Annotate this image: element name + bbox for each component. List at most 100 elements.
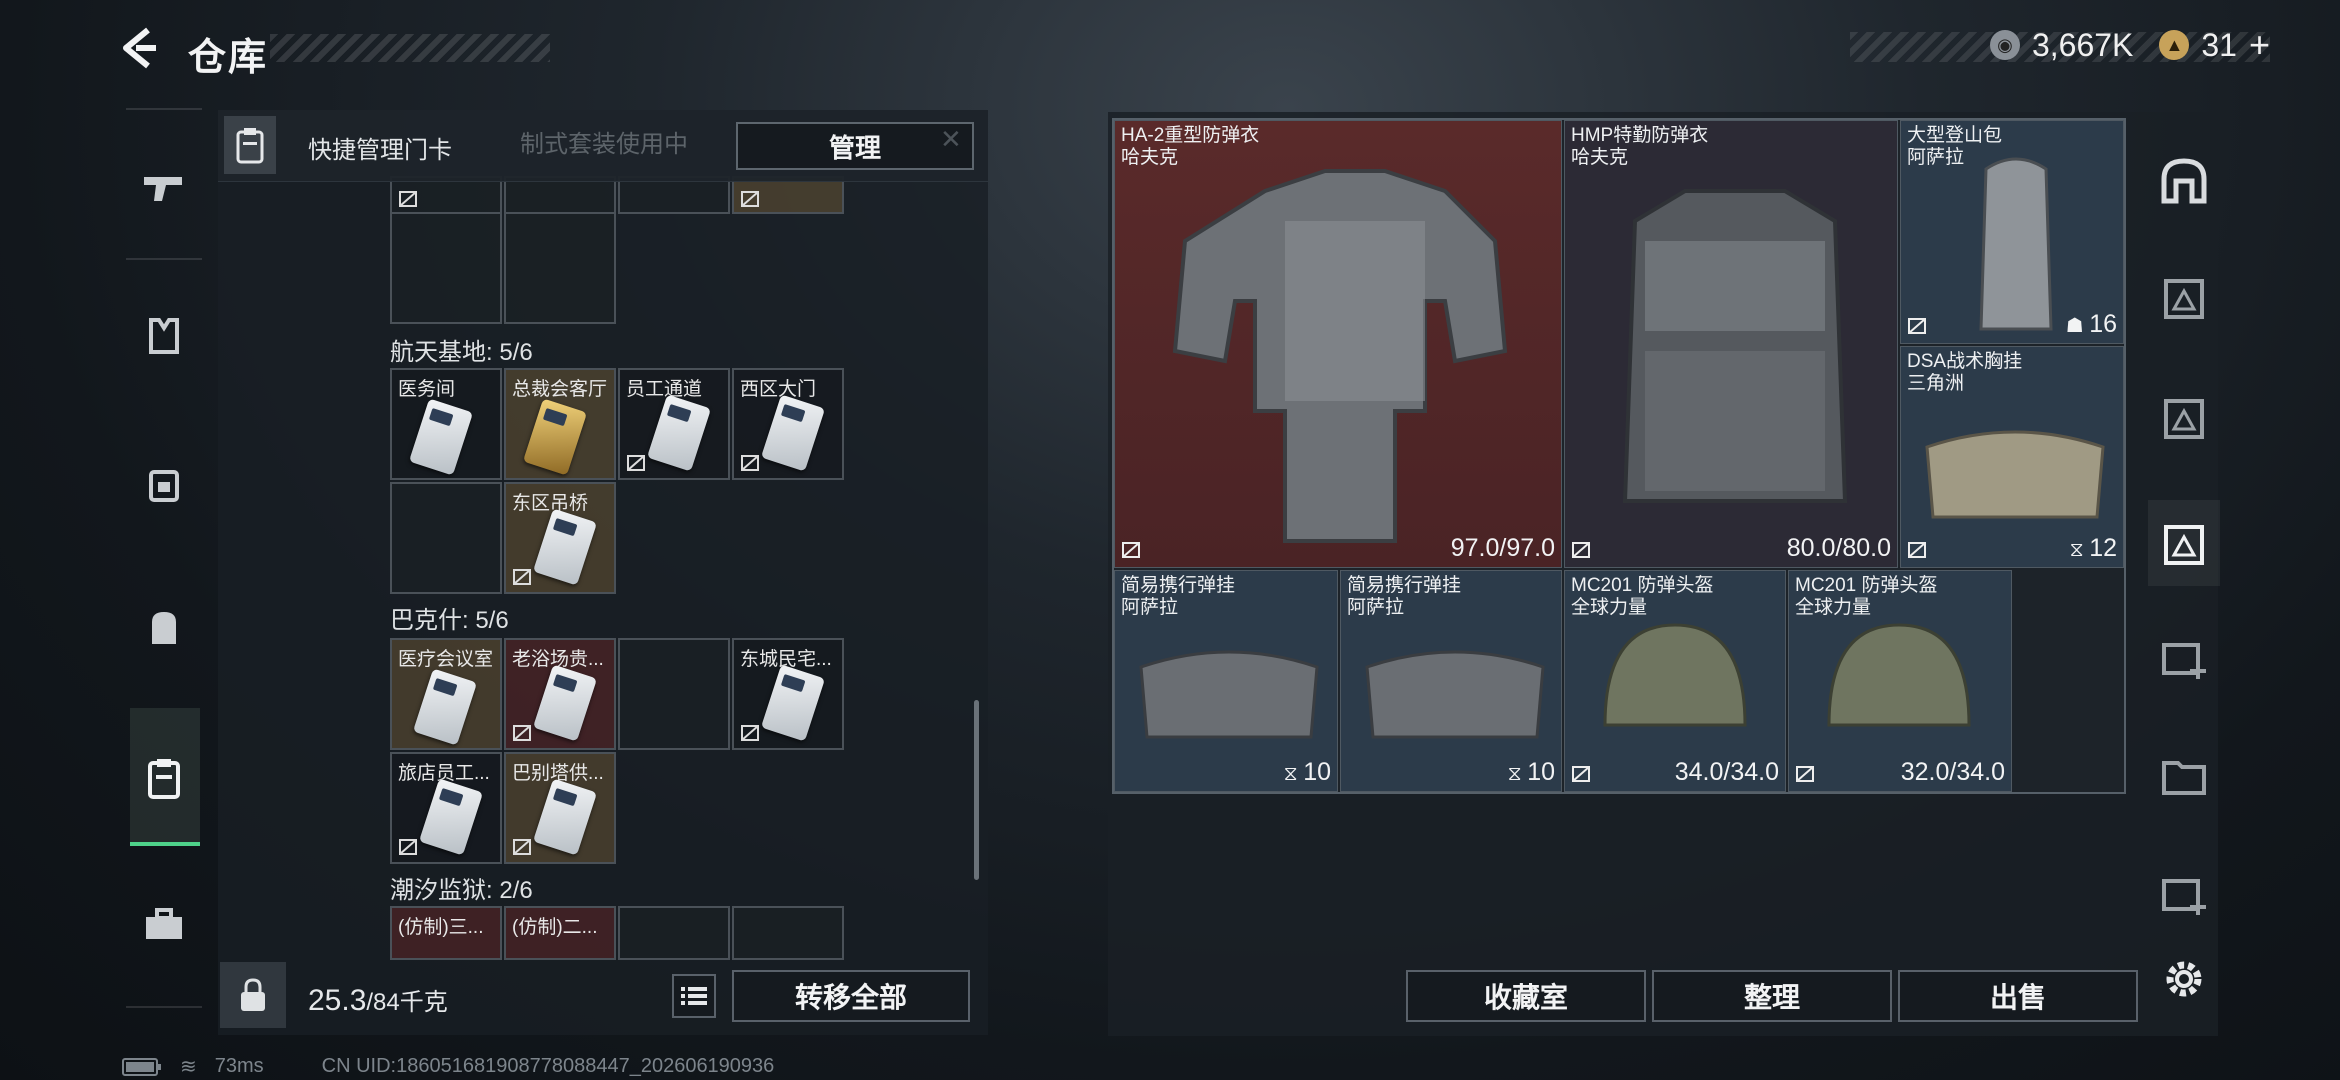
item-name: HA-2重型防弹衣 bbox=[1121, 125, 1260, 146]
item-mc201-helmet[interactable]: MC201 防弹头盔 全球力量 32.0/34.0 bbox=[1788, 570, 2012, 792]
keycard-slot[interactable]: 员工通道 bbox=[618, 368, 730, 480]
section-title: 潮汐监狱: 2/6 bbox=[390, 877, 533, 904]
nav-toolbox[interactable] bbox=[126, 876, 202, 972]
page-title: 仓库 bbox=[188, 37, 269, 79]
item-large-backpack[interactable]: 大型登山包 阿萨拉 ☗ 16 bbox=[1900, 120, 2124, 344]
keycard-icon bbox=[408, 398, 474, 476]
nav-container-3[interactable] bbox=[2152, 262, 2216, 332]
keycard-slot-empty[interactable] bbox=[618, 638, 730, 750]
settings-button[interactable] bbox=[2152, 944, 2216, 1014]
no-bind-icon bbox=[513, 725, 531, 741]
no-bind-icon bbox=[513, 839, 531, 855]
uid-text: CN UID:186051681908778088447_20260619093… bbox=[321, 1055, 775, 1077]
item-name: MC201 防弹头盔 bbox=[1571, 575, 1714, 596]
keycard-slot[interactable]: (仿制)三... bbox=[390, 906, 502, 960]
keycard-slot[interactable]: 西区大门 bbox=[732, 368, 844, 480]
container-4-add-icon bbox=[2162, 879, 2206, 915]
ping-value: 73ms bbox=[214, 1055, 264, 1077]
nav-divider bbox=[126, 258, 202, 260]
item-brand: 三角洲 bbox=[1907, 373, 1965, 394]
collection-room-button[interactable]: 收藏室 bbox=[1406, 970, 1646, 1022]
keycard-slot[interactable]: 医务间 bbox=[390, 368, 502, 480]
add-gold-button[interactable]: + bbox=[2249, 24, 2270, 66]
lock-icon bbox=[241, 978, 265, 1011]
container-2-add-icon bbox=[2162, 643, 2206, 679]
keycard-slot[interactable]: (仿制)二... bbox=[504, 906, 616, 960]
keycard-slot-empty[interactable] bbox=[618, 906, 730, 960]
keycard-icon bbox=[412, 668, 478, 746]
item-name: DSA战术胸挂 bbox=[1907, 351, 2023, 372]
container-3-icon bbox=[2164, 279, 2204, 319]
no-bind-icon bbox=[399, 191, 417, 207]
nav-container-4[interactable] bbox=[2152, 740, 2216, 810]
helmet-icon bbox=[1827, 623, 1971, 727]
keycard-icon bbox=[236, 128, 264, 164]
keycard-slot[interactable]: 医疗会议室 bbox=[390, 638, 502, 750]
no-bind-icon bbox=[1796, 766, 1814, 782]
suit-status-note: 制式套装使用中 bbox=[520, 131, 688, 158]
manage-button[interactable]: 管理 bbox=[736, 122, 974, 170]
durability: 32.0/34.0 bbox=[1900, 758, 2005, 786]
sell-button[interactable]: 出售 bbox=[1898, 970, 2138, 1022]
no-bind-icon bbox=[1908, 542, 1926, 558]
nav-armor[interactable] bbox=[126, 288, 202, 384]
keycard-slot-empty[interactable] bbox=[732, 906, 844, 960]
helmet-icon bbox=[1603, 623, 1747, 727]
keycard-slot[interactable]: 老浴场贵... bbox=[504, 638, 616, 750]
item-simple-rig[interactable]: 简易携行弹挂 阿萨拉 ⧖ 10 bbox=[1114, 570, 1338, 792]
durability: 80.0/80.0 bbox=[1786, 534, 1891, 562]
keycard-icon bbox=[148, 759, 180, 799]
capacity-value: 16 bbox=[2089, 310, 2117, 338]
item-mc201-helmet[interactable]: MC201 防弹头盔 全球力量 34.0/34.0 bbox=[1564, 570, 1786, 792]
nav-backpack[interactable] bbox=[126, 580, 202, 676]
keycard-slot[interactable]: 东城民宅... bbox=[732, 638, 844, 750]
gold-coin-icon: ▲ bbox=[2159, 30, 2190, 60]
back-button[interactable] bbox=[118, 26, 162, 70]
nav-container-3-active[interactable] bbox=[2152, 508, 2216, 578]
silver-amount: 3,667K bbox=[2031, 26, 2134, 63]
item-simple-rig[interactable]: 简易携行弹挂 阿萨拉 ⧖ 10 bbox=[1340, 570, 1562, 792]
silver-coin-icon: ◉ bbox=[1989, 30, 2020, 60]
keycard-slot[interactable]: 旅店员工... bbox=[390, 752, 502, 864]
keycard-slot-empty[interactable] bbox=[504, 212, 616, 324]
keycard-slot-empty[interactable] bbox=[390, 482, 502, 594]
container-3b-icon bbox=[2164, 399, 2204, 439]
capacity: ⧖ 10 bbox=[1284, 758, 1331, 787]
scrollbar[interactable] bbox=[974, 700, 979, 880]
nav-chest-rig[interactable] bbox=[126, 436, 202, 532]
organize-button[interactable]: 整理 bbox=[1652, 970, 1892, 1022]
keycard-icon bbox=[646, 394, 712, 472]
nav-container-2-add[interactable] bbox=[2152, 622, 2216, 692]
item-hmp-armor[interactable]: HMP特勤防弹衣 哈夫克 80.0/80.0 bbox=[1564, 120, 1898, 568]
gold-amount: 31 bbox=[2201, 26, 2237, 63]
toolbox-icon bbox=[146, 908, 182, 939]
keycard-icon bbox=[532, 508, 598, 586]
capacity-icon: ☗ bbox=[2065, 315, 2090, 337]
plate-carrier-icon bbox=[1622, 189, 1848, 503]
item-name: 简易携行弹挂 bbox=[1121, 575, 1236, 596]
keycard-slot[interactable]: 东区吊桥 bbox=[504, 482, 616, 594]
keycard-slot[interactable]: 巴别塔供... bbox=[504, 752, 616, 864]
keycard-icon bbox=[532, 778, 598, 856]
section-title: 航天基地: 5/6 bbox=[390, 339, 533, 366]
nav-weapons[interactable] bbox=[126, 140, 202, 236]
transfer-all-button[interactable]: 转移全部 bbox=[732, 970, 970, 1022]
weight-display: 25.3/84千克 bbox=[308, 982, 448, 1018]
keycard-panel-title: 快捷管理门卡 bbox=[308, 137, 452, 164]
keycard-label: 员工通道 bbox=[626, 379, 703, 400]
list-view-button[interactable] bbox=[672, 974, 716, 1018]
keycard-slot-empty[interactable] bbox=[390, 212, 502, 324]
item-ha2-armor[interactable]: HA-2重型防弹衣 哈夫克 97.0/97.0 bbox=[1114, 120, 1562, 568]
nav-keycards[interactable] bbox=[126, 730, 202, 826]
back-arrow-icon bbox=[123, 27, 156, 69]
keycard-slot[interactable]: 总裁会客厅 bbox=[504, 368, 616, 480]
durability: 34.0/34.0 bbox=[1674, 758, 1779, 786]
settings-icon bbox=[2166, 961, 2202, 997]
heavy-armor-icon bbox=[1172, 169, 1508, 543]
nav-container-4-add[interactable] bbox=[2152, 858, 2216, 928]
close-icon[interactable]: ✕ bbox=[940, 124, 962, 155]
nav-safe[interactable] bbox=[2152, 146, 2216, 216]
item-dsa-chest-rig[interactable]: DSA战术胸挂 三角洲 ⧖ 12 bbox=[1900, 346, 2124, 568]
nav-container-3b[interactable] bbox=[2152, 382, 2216, 452]
weight-lock-button[interactable] bbox=[220, 962, 286, 1028]
